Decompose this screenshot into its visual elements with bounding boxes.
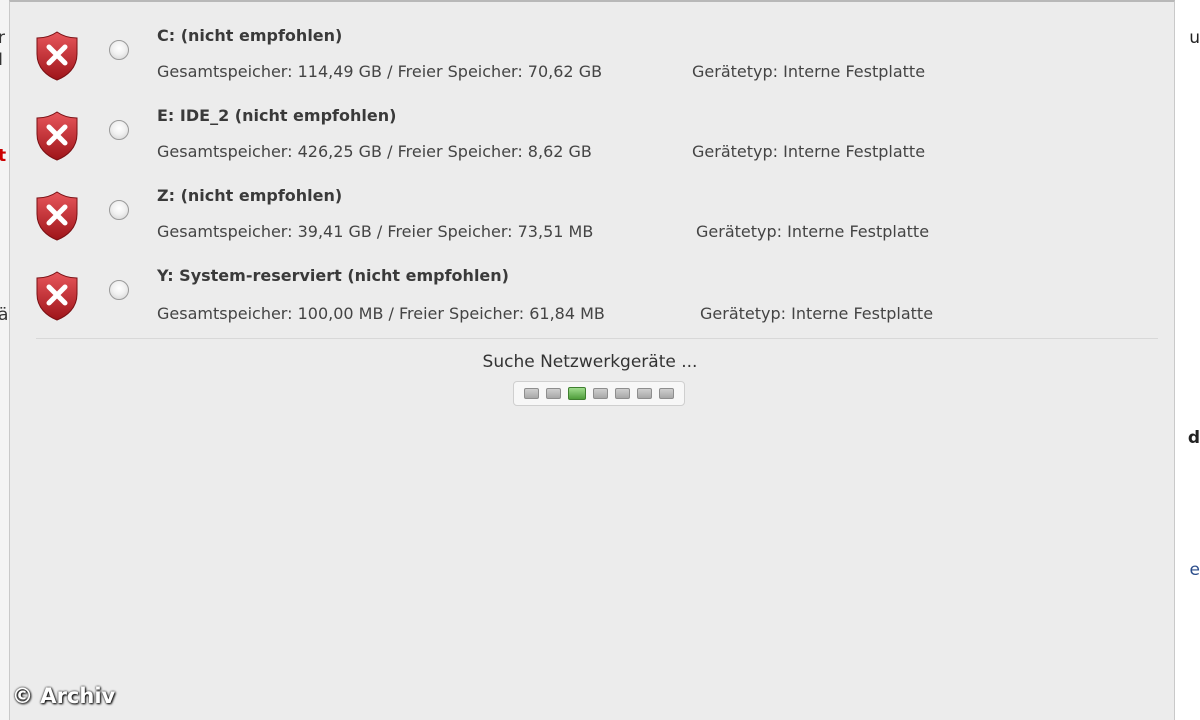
drive-memory-info: Gesamtspeicher: 426,25 GB / Freier Speic… <box>157 142 592 161</box>
drive-title: Y: System-reserviert (nicht empfohlen) <box>157 266 509 285</box>
progress-segment <box>593 388 608 399</box>
drive-title: Z: (nicht empfohlen) <box>157 186 343 205</box>
network-search-progress <box>513 381 685 406</box>
drive-title: E: IDE_2 (nicht empfohlen) <box>157 106 397 125</box>
background-text-fragment: e <box>1189 560 1200 580</box>
copyright-watermark: © Archiv <box>12 684 116 708</box>
drive-option[interactable]: Z: (nicht empfohlen) Gesamtspeicher: 39,… <box>10 186 1170 266</box>
drive-memory-info: Gesamtspeicher: 114,49 GB / Freier Speic… <box>157 62 603 81</box>
drive-selection-dialog: C: (nicht empfohlen) Gesamtspeicher: 114… <box>9 0 1175 720</box>
background-text-fragment: d <box>1187 428 1200 448</box>
drive-option[interactable]: Y: System-reserviert (nicht empfohlen) G… <box>10 266 1170 346</box>
background-text-fragment: ä <box>0 305 9 325</box>
progress-segment <box>524 388 539 399</box>
drive-device-type: Gerätetyp: Interne Festplatte <box>696 222 930 241</box>
progress-segment <box>637 388 652 399</box>
drive-option[interactable]: E: IDE_2 (nicht empfohlen) Gesamtspeiche… <box>10 106 1170 186</box>
drive-option[interactable]: C: (nicht empfohlen) Gesamtspeicher: 114… <box>10 26 1170 106</box>
progress-segment <box>568 387 586 400</box>
progress-segment <box>615 388 630 399</box>
shield-error-icon <box>36 191 78 241</box>
drive-device-type: Gerätetyp: Interne Festplatte <box>692 62 926 81</box>
background-window-left: r I t ä <box>0 0 9 720</box>
background-text-fragment: r <box>0 28 5 48</box>
drive-device-type: Gerätetyp: Interne Festplatte <box>700 304 934 323</box>
drive-radio-button[interactable] <box>109 40 129 60</box>
network-search-label: Suche Netzwerkgeräte ... <box>482 352 698 372</box>
background-text-fragment: t <box>0 146 7 166</box>
background-text-fragment: u <box>1189 28 1200 48</box>
drive-title: C: (nicht empfohlen) <box>157 26 343 45</box>
progress-segment <box>659 388 674 399</box>
drive-memory-info: Gesamtspeicher: 100,00 MB / Freier Speic… <box>157 304 605 323</box>
drive-device-type: Gerätetyp: Interne Festplatte <box>692 142 926 161</box>
background-window-right: u d e <box>1176 0 1200 720</box>
shield-error-icon <box>36 31 78 81</box>
shield-error-icon <box>36 271 78 321</box>
drive-radio-button[interactable] <box>109 280 129 300</box>
drive-radio-button[interactable] <box>109 200 129 220</box>
progress-segment <box>546 388 561 399</box>
drive-memory-info: Gesamtspeicher: 39,41 GB / Freier Speich… <box>157 222 594 241</box>
divider <box>36 338 1158 339</box>
background-text-fragment: I <box>0 50 4 70</box>
shield-error-icon <box>36 111 78 161</box>
drive-radio-button[interactable] <box>109 120 129 140</box>
